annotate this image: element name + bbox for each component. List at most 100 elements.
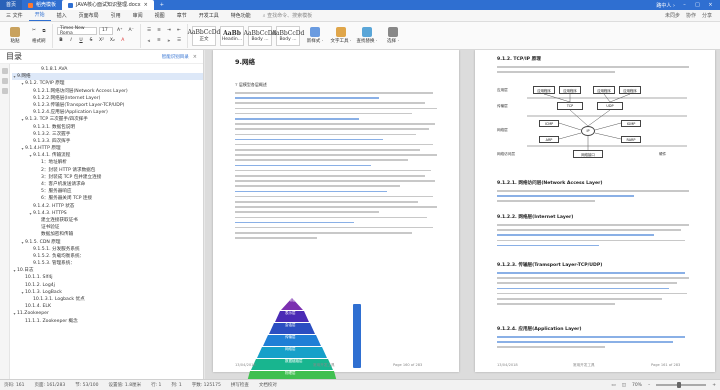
zoom-level[interactable]: 70% xyxy=(632,383,642,388)
status-wordcount[interactable]: 字数: 125175 xyxy=(192,382,221,388)
cut-icon[interactable]: ✂ xyxy=(30,27,38,35)
toc-item[interactable]: 9.1.3.2. 三次握手 xyxy=(12,131,203,138)
subscript-icon[interactable]: X₂ xyxy=(108,37,117,45)
toc-item[interactable]: 9.1.2.2.网络层(Internet Layer) xyxy=(12,95,203,102)
toc-item[interactable]: 6：服务器关闭 TCP 连接 xyxy=(12,195,203,202)
zoom-out-icon[interactable]: – xyxy=(648,383,650,388)
menu-references[interactable]: 引用 xyxy=(105,10,127,22)
toc-icon[interactable] xyxy=(1,68,8,74)
toc-item[interactable]: 3：封装成 TCP 包并建立连接 xyxy=(12,174,203,181)
align-left-icon[interactable]: ⫷ xyxy=(145,37,153,45)
toc-item[interactable]: 9.1.2.4.应用层(Application Layer) xyxy=(12,109,203,116)
toc-item[interactable]: ▾ 9.1.4.1. 传输流程 xyxy=(12,152,203,159)
style-body-2[interactable]: AaBbCcDd Body ... xyxy=(272,25,304,46)
outdent-icon[interactable]: ⇤ xyxy=(175,27,183,35)
font-name-select[interactable]: Times New Roma xyxy=(57,26,97,36)
align-right-icon[interactable]: ⫸ xyxy=(165,37,173,45)
toc-item[interactable]: ▾ 10.日志 xyxy=(12,267,203,274)
menu-home[interactable]: 开始 xyxy=(28,10,51,21)
close-panel-icon[interactable]: × xyxy=(193,54,197,60)
toc-item[interactable]: 10.1.4. ELK xyxy=(12,303,203,310)
paste-button[interactable]: 粘贴 xyxy=(4,25,26,47)
indent-icon[interactable]: ⇥ xyxy=(165,27,173,35)
grow-font-icon[interactable]: A⁺ xyxy=(115,27,124,35)
new-tab-button[interactable]: + xyxy=(154,0,170,10)
close-icon[interactable]: × xyxy=(707,2,714,8)
menu-layout[interactable]: 页面布局 xyxy=(73,10,105,22)
toc-item[interactable]: 证书验证 xyxy=(12,224,203,231)
doc-check-button[interactable]: 文档校对 xyxy=(259,382,277,388)
new-style-button[interactable]: 新样式 · xyxy=(304,25,326,47)
smart-toc-button[interactable]: 智能识别目录 xyxy=(162,54,189,60)
toc-item[interactable]: 11.1.1. Zookeeper 概念 xyxy=(12,318,203,325)
text-tools-button[interactable]: 文字工具 · xyxy=(330,25,352,47)
zoom-slider-knob[interactable] xyxy=(676,382,681,388)
menu-insert[interactable]: 插入 xyxy=(51,10,73,22)
find-replace-button[interactable]: 查找替换 · xyxy=(356,25,378,47)
maximize-icon[interactable]: □ xyxy=(694,2,701,8)
toc-item[interactable]: 1：地址解析 xyxy=(12,159,203,166)
template-tab[interactable]: 稻壳模板 xyxy=(22,0,62,10)
toc-item[interactable]: 9.1.5.1. 分发服务系统 xyxy=(12,246,203,253)
bold-icon[interactable]: B xyxy=(57,37,65,45)
font-color-icon[interactable]: A xyxy=(119,37,127,45)
sync-status[interactable]: 未同步 xyxy=(665,12,680,19)
toc-item[interactable]: 2：封装 HTTP 请求数据包 xyxy=(12,167,203,174)
underline-icon[interactable]: U xyxy=(77,37,85,45)
toc-item[interactable]: 数据加密和传输 xyxy=(12,231,203,238)
menu-section[interactable]: 章节 xyxy=(171,10,193,22)
menu-special[interactable]: 特色功能 xyxy=(225,10,257,22)
select-button[interactable]: 选择 · xyxy=(382,25,404,47)
view-mode-icon[interactable]: ▭ xyxy=(611,383,615,388)
share-button[interactable]: 分享 xyxy=(702,12,712,19)
toc-item[interactable]: 9.1.5.3. 管理系统： xyxy=(12,260,203,267)
numbering-icon[interactable]: ≡ xyxy=(155,27,163,35)
toc-item[interactable]: 9.1.3.3. 四次挥手 xyxy=(12,138,203,145)
toc-item[interactable]: 9.1.4.2. HTTP 状态 xyxy=(12,203,203,210)
toc-item[interactable]: 9.1.5.2. 负载均衡系统： xyxy=(12,253,203,260)
toc-item[interactable]: 9.1.8.1 AVA xyxy=(12,66,203,73)
style-heading[interactable]: AaBb Headin... xyxy=(219,25,244,46)
document-tab[interactable]: JAVA核心面试知识整理.docx × xyxy=(62,0,154,10)
toc-item[interactable]: 9.1.2.3.传输层(Transport Layer-TCP/UDP) xyxy=(12,102,203,109)
toc-item[interactable]: ▾ 9.网络 xyxy=(12,73,203,81)
toc-item[interactable]: ▾ 9.1.2. TCP/IP 原理 xyxy=(12,80,203,87)
toc-item[interactable]: ▾ 10.1.3. LogBack xyxy=(12,289,203,296)
zoom-in-icon[interactable]: + xyxy=(712,383,716,388)
menu-file[interactable]: 三 文件 xyxy=(0,10,29,22)
toc-item[interactable]: 10.1.3.1. Logback 优点 xyxy=(12,296,203,303)
font-size-select[interactable]: 17 xyxy=(99,26,113,35)
zoom-slider[interactable] xyxy=(656,382,707,388)
justify-icon[interactable]: ☰ xyxy=(175,37,183,45)
menu-view[interactable]: 视图 xyxy=(149,10,171,22)
toc-item[interactable]: ▾ 9.1.4.3. HTTPS xyxy=(12,210,203,217)
toc-item[interactable]: ▾ 11.Zookeeper xyxy=(12,310,203,317)
menu-review[interactable]: 审阅 xyxy=(127,10,149,22)
style-normal[interactable]: AaBbCcDd 正文 xyxy=(188,25,220,46)
bookmark-icon[interactable] xyxy=(1,78,8,84)
menu-developer[interactable]: 开发工具 xyxy=(193,10,225,22)
toc-item[interactable]: 5：服务器响应 xyxy=(12,188,203,195)
close-tab-icon[interactable]: × xyxy=(144,0,148,10)
align-center-icon[interactable]: ≡ xyxy=(155,37,163,45)
toc-item[interactable]: 4：客户机发送请求命 xyxy=(12,181,203,188)
bullets-icon[interactable]: ☰ xyxy=(145,27,153,35)
document-canvas[interactable]: 9.网络 7 层模型各层概述 13/04/2018 常用开发工具 Page 16… xyxy=(205,50,720,379)
copy-icon[interactable]: ⧉ xyxy=(40,27,48,35)
command-search[interactable]: ⌕ 查找命令、搜索模板 xyxy=(257,10,318,22)
toc-item[interactable]: ▾ 9.1.3. TCP 三次握手/四次挥手 xyxy=(12,116,203,123)
minimize-icon[interactable]: – xyxy=(681,2,688,8)
toc-item[interactable]: 建立连接获取证书 xyxy=(12,217,203,224)
style-body-1[interactable]: AaBbCcDd Body ... xyxy=(244,25,276,46)
collab-button[interactable]: 协作 xyxy=(686,12,696,19)
superscript-icon[interactable]: X² xyxy=(97,37,106,45)
user-name[interactable]: 路中人 › xyxy=(656,2,675,9)
toc-item[interactable]: 10.1.1. Slf4j xyxy=(12,274,203,281)
toc-item[interactable]: ▾ 9.1.5. CDN 原理 xyxy=(12,239,203,246)
spell-check-button[interactable]: 拼写检查 xyxy=(231,382,249,388)
shrink-font-icon[interactable]: A⁻ xyxy=(126,27,135,35)
toc-item[interactable]: ▾ 9.1.4.HTTP 原理 xyxy=(12,145,203,152)
thumbnail-icon[interactable] xyxy=(1,88,8,94)
format-painter-button[interactable]: 格式刷 xyxy=(30,37,48,45)
web-view-icon[interactable]: ◫ xyxy=(622,383,626,388)
